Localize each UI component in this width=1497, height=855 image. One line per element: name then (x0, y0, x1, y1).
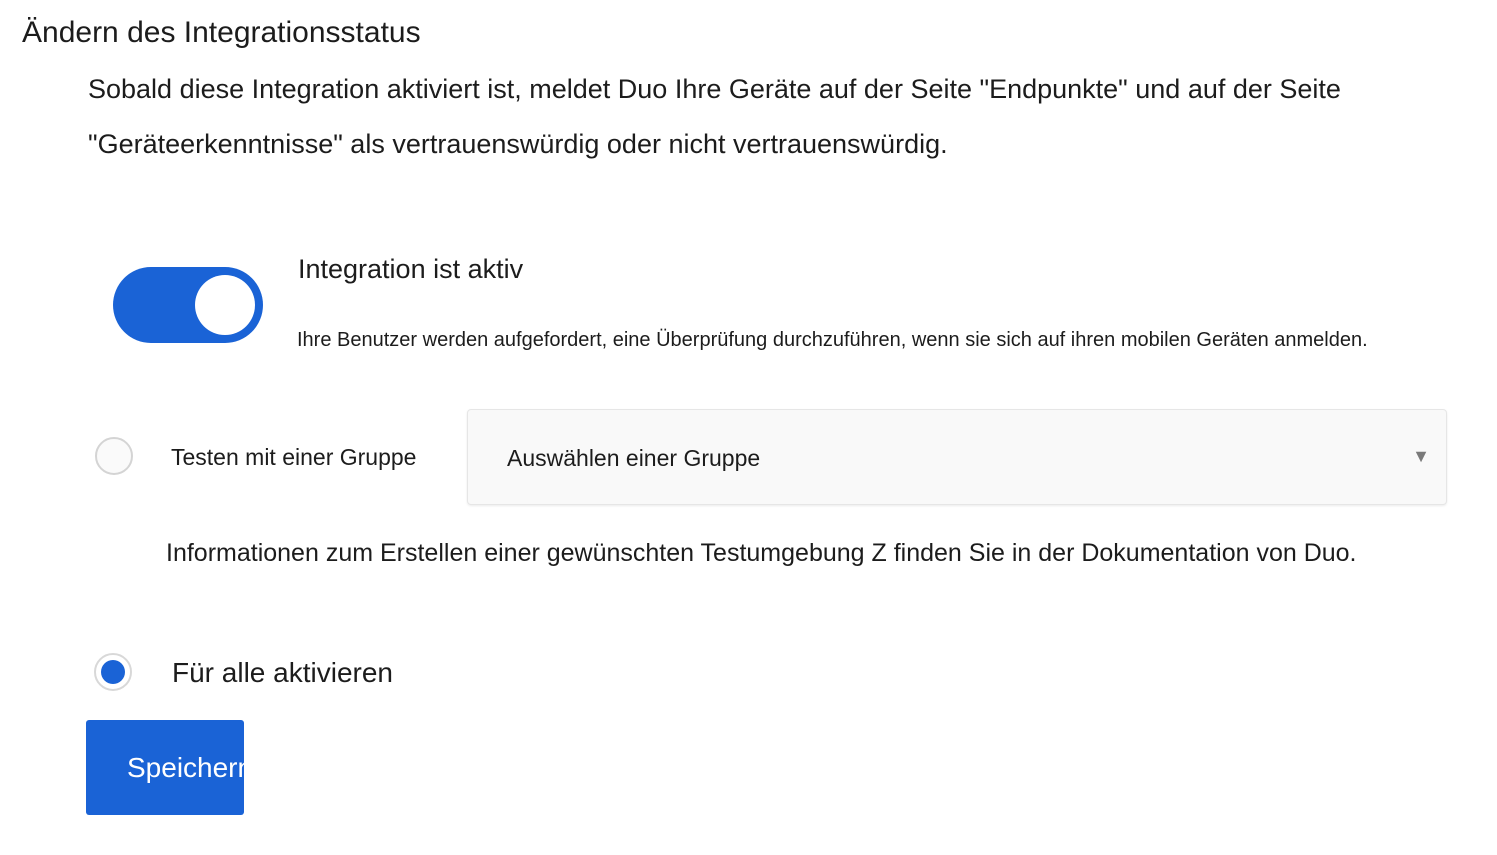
test-group-radio[interactable] (95, 437, 133, 475)
enable-all-label[interactable]: Für alle aktivieren (172, 657, 393, 689)
group-select-value: Auswählen einer Gruppe (507, 445, 761, 471)
toggle-knob (195, 275, 255, 335)
test-environment-info: Informationen zum Erstellen einer gewüns… (166, 539, 1357, 567)
page-title: Ändern des Integrationsstatus (22, 16, 421, 49)
integration-description: Sobald diese Integration aktiviert ist, … (88, 74, 1341, 159)
group-select[interactable]: Auswählen einer Gruppe ▼ (467, 409, 1447, 505)
toggle-title: Integration ist aktiv (298, 254, 524, 284)
radio-selected-dot (101, 660, 125, 684)
save-button[interactable]: Speichern (86, 720, 244, 815)
toggle-description: Ihre Benutzer werden aufgefordert, eine … (297, 329, 1368, 351)
test-group-label[interactable]: Testen mit einer Gruppe (171, 444, 416, 471)
enable-all-radio[interactable] (94, 653, 132, 691)
caret-down-icon: ▼ (1412, 446, 1430, 466)
integration-toggle[interactable] (113, 267, 263, 343)
